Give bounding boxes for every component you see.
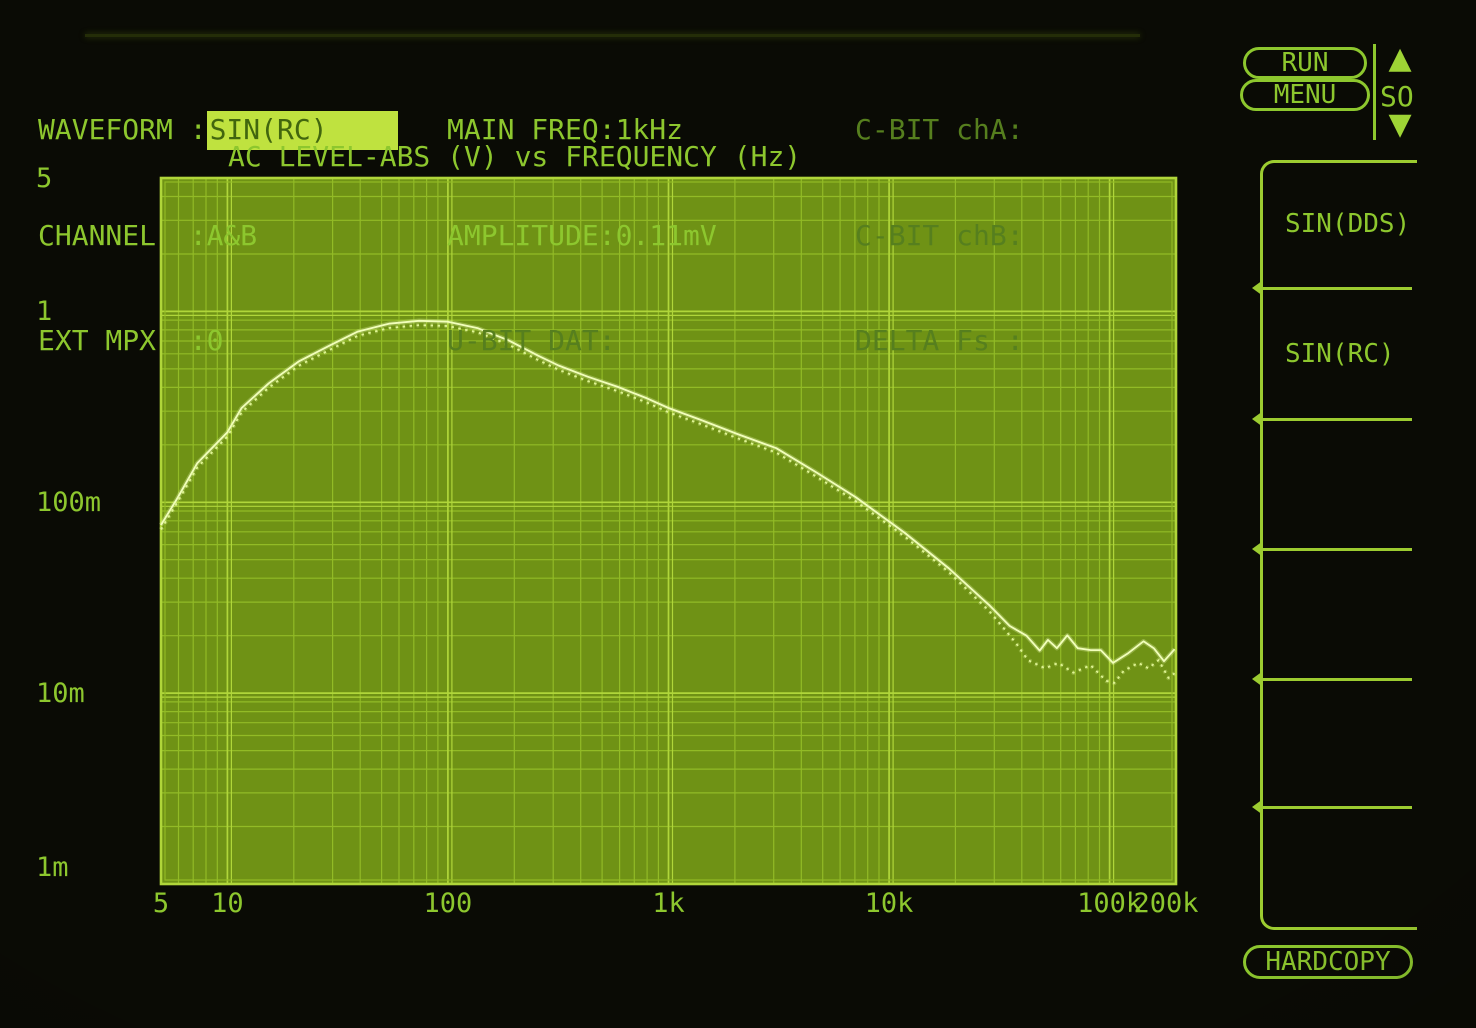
amplitude-field: AMPLITUDE:0.11mV — [447, 218, 717, 254]
y-tick-label: 1m — [36, 852, 69, 883]
channel-label: CHANNEL : — [38, 219, 207, 252]
softkey-notch-icon — [1252, 541, 1263, 557]
x-tick-label: 100k — [1077, 888, 1142, 919]
c-bit-chb-field: C-BIT chB: — [855, 218, 1024, 254]
header-col-2: MAIN FREQ:1kHz AMPLITUDE:0.11mV U-BIT DA… — [447, 42, 717, 429]
softkey-divider — [1263, 806, 1412, 809]
softkey-sin-rc[interactable]: SIN(RC) — [1285, 339, 1395, 369]
softkey-divider — [1263, 678, 1412, 681]
menu-button-label: MENU — [1274, 80, 1337, 110]
ext-mpx-label: EXT MPX : — [38, 324, 207, 357]
delta-fs-label: DELTA Fs : — [855, 324, 1024, 357]
u-bit-dat-field: U-BIT DAT: — [447, 323, 717, 359]
softkey-sin-dds[interactable]: SIN(DDS) — [1285, 209, 1410, 239]
channel-field: CHANNEL :A&B — [38, 218, 398, 254]
channel-value: A&B — [207, 219, 258, 252]
analyzer-screen: WAVEFORM : SIN(RC) CHANNEL :A&B EXT MPX :… — [0, 0, 1476, 1028]
x-tick-label: 1k — [652, 888, 685, 919]
run-button-label: RUN — [1282, 48, 1329, 78]
x-tick-label: 10k — [865, 888, 914, 919]
up-arrow-icon[interactable]: ▲ — [1381, 44, 1419, 74]
softkey-notch-icon — [1252, 411, 1263, 427]
c-bit-cha-field: C-BIT chA: — [855, 112, 1024, 148]
softkey-divider — [1263, 287, 1412, 290]
control-divider — [1373, 44, 1376, 140]
delta-fs-field: DELTA Fs : — [855, 323, 1024, 359]
hardcopy-button[interactable]: HARDCOPY — [1243, 945, 1413, 979]
softkey-divider — [1263, 548, 1412, 551]
u-bit-dat-label: U-BIT DAT: — [447, 324, 616, 357]
y-tick-label: 10m — [36, 678, 85, 709]
softkey-column: SIN(DDS) SIN(RC) — [1260, 160, 1417, 930]
chart-title: AC LEVEL-ABS (V) vs FREQUENCY (Hz) — [228, 140, 801, 173]
y-tick-label: 100m — [36, 487, 101, 518]
menu-button[interactable]: MENU — [1240, 79, 1370, 111]
y-tick-label: 5 — [36, 163, 52, 194]
c-bit-cha-label: C-BIT chA: — [855, 113, 1024, 146]
amplitude-value: 0.11mV — [616, 219, 717, 252]
ext-mpx-value: 0 — [207, 324, 224, 357]
header-col-3: C-BIT chA: C-BIT chB: DELTA Fs : — [855, 42, 1024, 429]
x-tick-label: 100 — [424, 888, 473, 919]
header-col-1: WAVEFORM :SIN(RC) CHANNEL :A&B EXT MPX :… — [38, 42, 398, 429]
softkey-notch-icon — [1252, 280, 1263, 296]
y-tick-label: 1 — [36, 296, 52, 327]
x-tick-label: 200k — [1133, 888, 1198, 919]
hardcopy-button-label: HARDCOPY — [1265, 947, 1390, 977]
x-tick-label: 5 — [153, 888, 169, 919]
run-button[interactable]: RUN — [1243, 47, 1367, 79]
x-tick-label: 10 — [211, 888, 244, 919]
softkey-divider — [1263, 418, 1412, 421]
down-arrow-icon[interactable]: ▼ — [1381, 110, 1419, 140]
softkey-notch-icon — [1252, 671, 1263, 687]
c-bit-chb-label: C-BIT chB: — [855, 219, 1024, 252]
ext-mpx-field: EXT MPX :0 — [38, 323, 398, 359]
waveform-label: WAVEFORM : — [38, 113, 207, 146]
softkey-notch-icon — [1252, 799, 1263, 815]
amplitude-label: AMPLITUDE: — [447, 219, 616, 252]
